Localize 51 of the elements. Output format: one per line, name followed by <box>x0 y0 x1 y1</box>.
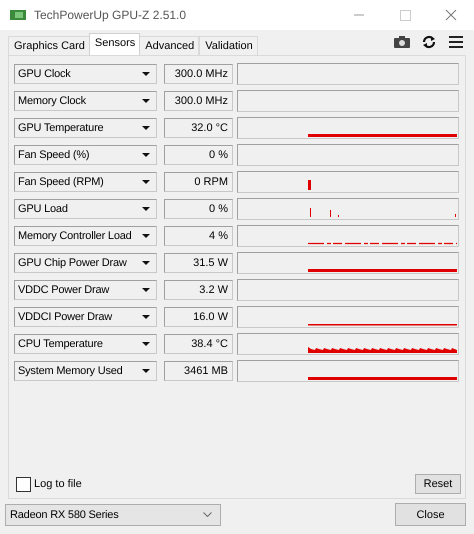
chevron-icon <box>203 512 212 517</box>
checkbox[interactable] <box>16 476 31 492</box>
caret-icon <box>142 315 150 319</box>
tab[interactable]: Validation <box>199 36 258 55</box>
caret-icon <box>142 153 150 157</box>
caret-icon <box>142 72 150 76</box>
window-title: TechPowerUp GPU-Z 2.51.0 <box>34 8 188 22</box>
sensor-dropdown[interactable]: VDDCI Power Draw <box>14 307 157 327</box>
caret-icon <box>142 261 150 265</box>
sensor-reading: 32.0 °C <box>164 118 233 138</box>
sensor-reading: 300.0 MHz <box>164 91 233 111</box>
sensor-reading: 3461 MB <box>164 361 233 381</box>
caret-icon <box>142 369 150 373</box>
close-button[interactable]: Close <box>395 503 466 526</box>
sensor-dropdown[interactable]: GPU Temperature <box>14 118 157 138</box>
tab[interactable]: Advanced <box>139 36 200 55</box>
reset-button[interactable]: Reset <box>415 474 461 494</box>
caret-icon <box>142 342 150 346</box>
sensor-reading: 0 RPM <box>164 172 233 192</box>
sensor-dropdown[interactable]: GPU Load <box>14 199 157 219</box>
sensor-dropdown[interactable]: GPU Clock <box>14 64 157 84</box>
sensor-dropdown[interactable]: Fan Speed (%) <box>14 145 157 165</box>
sensor-dropdown[interactable]: Fan Speed (RPM) <box>14 172 157 192</box>
caret-icon <box>142 99 150 103</box>
device-dropdown[interactable]: Radeon RX 580 Series <box>5 504 221 526</box>
checkbox-label: Log to file <box>34 478 82 490</box>
sensor-reading: 31.5 W <box>164 253 233 273</box>
sensor-dropdown[interactable]: System Memory Used <box>14 361 157 381</box>
tab[interactable]: Graphics Card <box>8 36 90 55</box>
sensor-dropdown[interactable]: GPU Chip Power Draw <box>14 253 157 273</box>
refresh-icon[interactable] <box>422 35 436 49</box>
sensor-dropdown[interactable]: VDDC Power Draw <box>14 280 157 300</box>
sensor-reading: 0 % <box>164 145 233 165</box>
menu-icon[interactable] <box>448 35 464 49</box>
sensor-dropdown[interactable]: CPU Temperature <box>14 334 157 354</box>
sensor-reading: 0 % <box>164 199 233 219</box>
sensor-reading: 4 % <box>164 226 233 246</box>
caret-icon <box>142 207 150 211</box>
sensor-dropdown[interactable]: Memory Controller Load <box>14 226 157 246</box>
caret-icon <box>142 234 150 238</box>
sensor-reading: 38.4 °C <box>164 334 233 354</box>
sensor-dropdown[interactable]: Memory Clock <box>14 91 157 111</box>
sensor-reading: 3.2 W <box>164 280 233 300</box>
app-icon <box>10 9 26 21</box>
graph-trace <box>308 180 311 190</box>
tab[interactable]: Sensors <box>88 33 140 55</box>
caret-icon <box>142 288 150 292</box>
sensor-reading: 300.0 MHz <box>164 64 233 84</box>
sensor-reading: 16.0 W <box>164 307 233 327</box>
caret-icon <box>142 126 150 130</box>
caret-icon <box>142 180 150 184</box>
